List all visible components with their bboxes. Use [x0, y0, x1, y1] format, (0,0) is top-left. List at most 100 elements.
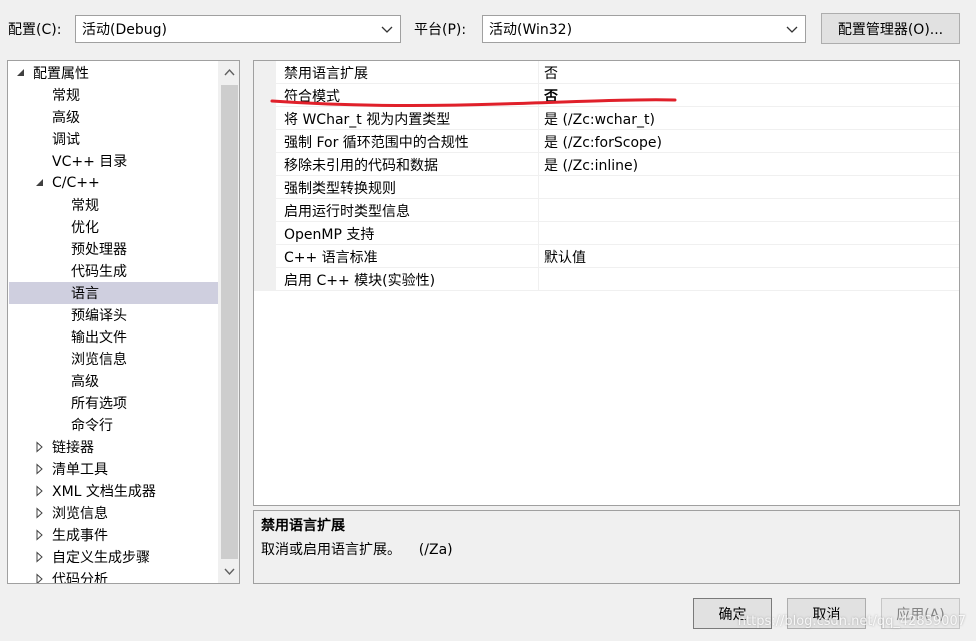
- scroll-down-icon[interactable]: [224, 566, 235, 577]
- platform-select-value: 活动(Win32): [489, 22, 573, 38]
- scroll-thumb[interactable]: [221, 85, 238, 559]
- property-value[interactable]: [538, 268, 959, 291]
- property-grid[interactable]: 禁用语言扩展否符合模式否将 WChar_t 视为内置类型是 (/Zc:wchar…: [253, 60, 960, 506]
- tree-spacer: [34, 111, 46, 123]
- scroll-up-icon[interactable]: [224, 67, 235, 78]
- tree-item[interactable]: 配置属性: [9, 62, 218, 84]
- tree-item[interactable]: C/C++: [9, 172, 218, 194]
- tree-item[interactable]: 优化: [9, 216, 218, 238]
- tree-item-label: VC++ 目录: [52, 154, 128, 170]
- property-row[interactable]: 禁用语言扩展 否: [254, 61, 959, 84]
- tree-item-label: 生成事件: [52, 528, 108, 544]
- tree-item[interactable]: 代码生成: [9, 260, 218, 282]
- property-name: 将 WChar_t 视为内置类型: [284, 112, 451, 128]
- row-gutter: [254, 222, 276, 245]
- config-select[interactable]: 活动(Debug): [75, 15, 401, 43]
- tree-item-label: 调试: [52, 132, 80, 148]
- property-value[interactable]: 是 (/Zc:forScope): [538, 130, 959, 153]
- property-name: 强制类型转换规则: [284, 181, 396, 197]
- tree-spacer: [53, 397, 65, 409]
- tree-item[interactable]: 浏览信息: [9, 502, 218, 524]
- tree-item-label: 浏览信息: [52, 506, 108, 522]
- config-manager-button[interactable]: 配置管理器(O)...: [821, 13, 960, 44]
- collapsed-triangle-icon[interactable]: [34, 441, 46, 453]
- tree-spacer: [34, 133, 46, 145]
- property-row[interactable]: OpenMP 支持: [254, 222, 959, 245]
- tree-item[interactable]: 清单工具: [9, 458, 218, 480]
- property-row[interactable]: 启用 C++ 模块(实验性): [254, 268, 959, 291]
- tree-item[interactable]: 浏览信息: [9, 348, 218, 370]
- row-gutter: [254, 84, 276, 107]
- property-value[interactable]: 是 (/Zc:inline): [538, 153, 959, 176]
- tree-spacer: [53, 287, 65, 299]
- collapsed-triangle-icon[interactable]: [34, 529, 46, 541]
- property-tree[interactable]: 配置属性 常规 高级 调试 VC++ 目录 C/C++ 常规 优化 预处理器 代码生成 语言 预编译头…: [7, 60, 240, 584]
- collapsed-triangle-icon[interactable]: [34, 551, 46, 563]
- tree-spacer: [53, 309, 65, 321]
- tree-spacer: [53, 265, 65, 277]
- property-value[interactable]: 否: [538, 61, 959, 84]
- property-value[interactable]: 默认值: [538, 245, 959, 268]
- property-row[interactable]: 符合模式 否: [254, 84, 959, 107]
- tree-item[interactable]: 高级: [9, 106, 218, 128]
- property-name: C++ 语言标准: [284, 250, 378, 266]
- property-name: 禁用语言扩展: [284, 66, 368, 82]
- tree-item[interactable]: 预处理器: [9, 238, 218, 260]
- tree-item[interactable]: 输出文件: [9, 326, 218, 348]
- tree-item[interactable]: 所有选项: [9, 392, 218, 414]
- tree-item[interactable]: 命令行: [9, 414, 218, 436]
- collapsed-triangle-icon[interactable]: [34, 573, 46, 584]
- tree-item[interactable]: 自定义生成步骤: [9, 546, 218, 568]
- tree-item[interactable]: 生成事件: [9, 524, 218, 546]
- tree-item[interactable]: 常规: [9, 194, 218, 216]
- property-name: 移除未引用的代码和数据: [284, 158, 438, 174]
- tree-item-label: 语言: [71, 286, 99, 302]
- property-row[interactable]: 启用运行时类型信息: [254, 199, 959, 222]
- tree-item[interactable]: 预编译头: [9, 304, 218, 326]
- property-name: 强制 For 循环范围中的合规性: [284, 135, 469, 151]
- row-gutter: [254, 245, 276, 268]
- tree-spacer: [34, 155, 46, 167]
- property-value[interactable]: [538, 176, 959, 199]
- tree-item[interactable]: 链接器: [9, 436, 218, 458]
- tree-scrollbar[interactable]: [218, 61, 239, 583]
- chevron-down-icon: [381, 26, 393, 33]
- property-row[interactable]: 强制 For 循环范围中的合规性 是 (/Zc:forScope): [254, 130, 959, 153]
- collapsed-triangle-icon[interactable]: [34, 485, 46, 497]
- property-value[interactable]: [538, 222, 959, 245]
- tree-item[interactable]: 常规: [9, 84, 218, 106]
- collapsed-triangle-icon[interactable]: [34, 463, 46, 475]
- tree-item-label: 自定义生成步骤: [52, 550, 150, 566]
- property-value[interactable]: 否: [538, 84, 959, 107]
- expanded-triangle-icon[interactable]: [34, 177, 46, 189]
- tree-item-label: 优化: [71, 220, 99, 236]
- tree-spacer: [53, 221, 65, 233]
- tree-spacer: [53, 419, 65, 431]
- tree-item[interactable]: 调试: [9, 128, 218, 150]
- property-value[interactable]: 是 (/Zc:wchar_t): [538, 107, 959, 130]
- tree-spacer: [53, 199, 65, 211]
- tree-item-label: C/C++: [52, 175, 100, 191]
- tree-item[interactable]: 语言: [9, 282, 218, 304]
- property-value[interactable]: [538, 199, 959, 222]
- property-name: 符合模式: [284, 89, 340, 105]
- tree-item-label: 命令行: [71, 418, 113, 434]
- property-row[interactable]: 强制类型转换规则: [254, 176, 959, 199]
- tree-item-label: 配置属性: [33, 66, 89, 82]
- collapsed-triangle-icon[interactable]: [34, 507, 46, 519]
- row-gutter: [254, 130, 276, 153]
- tree-item-label: 常规: [71, 198, 99, 214]
- tree-spacer: [53, 331, 65, 343]
- expanded-triangle-icon[interactable]: [15, 67, 27, 79]
- platform-select[interactable]: 活动(Win32): [482, 15, 806, 43]
- tree-item[interactable]: 高级: [9, 370, 218, 392]
- row-gutter: [254, 176, 276, 199]
- tree-item[interactable]: 代码分析: [9, 568, 218, 584]
- tree-item[interactable]: VC++ 目录: [9, 150, 218, 172]
- tree-item[interactable]: XML 文档生成器: [9, 480, 218, 502]
- tree-item-label: 高级: [71, 374, 99, 390]
- property-row[interactable]: C++ 语言标准 默认值: [254, 245, 959, 268]
- property-row[interactable]: 移除未引用的代码和数据 是 (/Zc:inline): [254, 153, 959, 176]
- property-row[interactable]: 将 WChar_t 视为内置类型 是 (/Zc:wchar_t): [254, 107, 959, 130]
- tree-spacer: [53, 375, 65, 387]
